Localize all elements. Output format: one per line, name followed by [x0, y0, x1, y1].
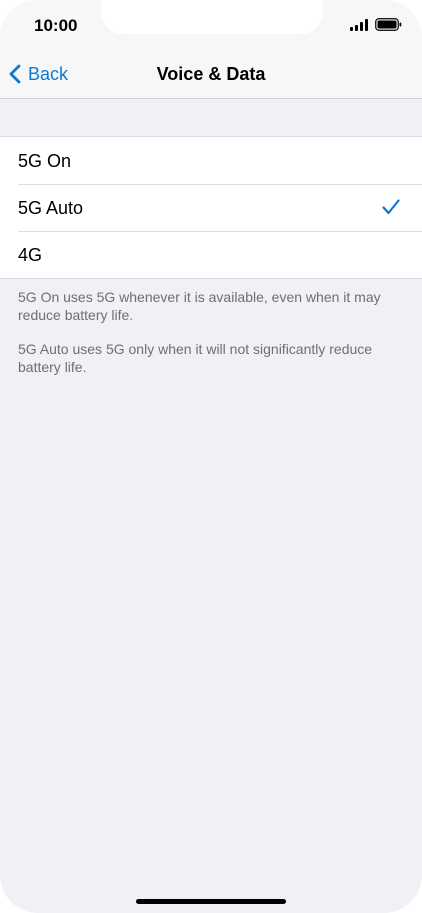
option-5g-auto[interactable]: 5G Auto [0, 184, 422, 231]
footer-note-5g-auto: 5G Auto uses 5G only when it will not si… [18, 341, 373, 375]
phone-screen: 10:00 Back Voice & Data 5G On 5G Auto 4G… [0, 0, 422, 913]
voice-data-options-list: 5G On 5G Auto 4G [0, 136, 422, 279]
option-label: 5G Auto [18, 198, 84, 218]
option-label: 4G [18, 245, 43, 265]
option-label: 5G On [18, 151, 72, 171]
option-5g-on[interactable]: 5G On [0, 137, 422, 184]
notch [101, 0, 323, 34]
status-time: 10:00 [34, 16, 78, 35]
cellular-signal-icon [350, 19, 370, 31]
footer-notes: 5G On uses 5G whenever it is available, … [18, 288, 408, 392]
page-title: Voice & Data [156, 64, 266, 84]
checkmark-icon [382, 199, 400, 215]
option-4g[interactable]: 4G [0, 231, 422, 278]
battery-icon [375, 18, 402, 31]
status-bar: 10:00 [0, 0, 422, 50]
footer-note-5g-on: 5G On uses 5G whenever it is available, … [18, 289, 381, 323]
home-indicator[interactable] [136, 899, 286, 904]
navigation-bar: Back Voice & Data [0, 50, 422, 99]
